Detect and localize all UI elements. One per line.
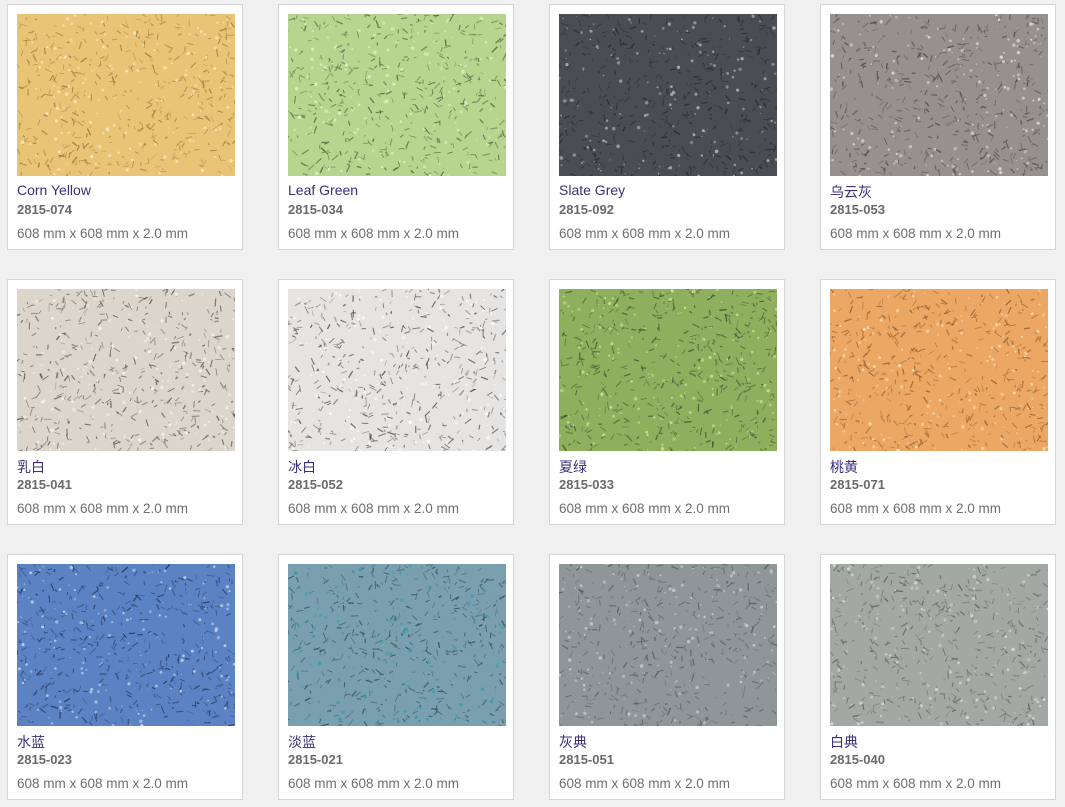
product-name-link[interactable]: Corn Yellow [17, 182, 91, 198]
product-name-link[interactable]: 桃黄 [830, 457, 858, 477]
product-name-link[interactable]: 乳白 [17, 457, 45, 477]
product-dimensions: 608 mm x 608 mm x 2.0 mm [830, 501, 1002, 516]
product-swatch-image[interactable] [556, 12, 780, 182]
product-dimensions: 608 mm x 608 mm x 2.0 mm [830, 226, 1002, 241]
product-name-link[interactable]: 灰典 [559, 732, 587, 752]
product-card: 夏绿 2815-033 608 mm x 608 mm x 2.0 mm [549, 279, 785, 525]
product-card: Slate Grey 2815-092 608 mm x 608 mm x 2.0 … [549, 4, 785, 250]
product-card: 乳白 2815-041 608 mm x 608 mm x 2.0 mm [7, 279, 243, 525]
product-dimensions: 608 mm x 608 mm x 2.0 mm [288, 501, 460, 516]
product-code: 2815-034 [288, 202, 343, 217]
product-dimensions: 608 mm x 608 mm x 2.0 mm [17, 501, 189, 516]
product-swatch-image[interactable] [829, 560, 1054, 732]
product-dimensions: 608 mm x 608 mm x 2.0 mm [288, 226, 460, 241]
product-code: 2815-052 [288, 477, 343, 492]
product-card: 淡蓝 2815-021 608 mm x 608 mm x 2.0 mm [278, 554, 514, 800]
product-code: 2815-021 [288, 752, 343, 767]
product-card: 乌云灰 2815-053 608 mm x 608 mm x 2.0 mm [820, 4, 1056, 250]
product-swatch-image[interactable] [12, 561, 241, 734]
product-swatch-image[interactable] [825, 12, 1053, 178]
product-name-link[interactable]: 冰白 [288, 457, 316, 477]
product-code: 2815-074 [17, 202, 72, 217]
product-dimensions: 608 mm x 608 mm x 2.0 mm [559, 226, 731, 241]
product-code: 2815-023 [17, 752, 72, 767]
product-swatch-image[interactable] [12, 286, 240, 454]
product-swatch-image[interactable] [284, 560, 513, 730]
product-swatch-image[interactable] [284, 13, 510, 178]
product-dimensions: 608 mm x 608 mm x 2.0 mm [830, 776, 1002, 791]
product-name-link[interactable]: Slate Grey [559, 182, 625, 198]
product-code: 2815-033 [559, 477, 614, 492]
product-code: 2815-071 [830, 477, 885, 492]
product-swatch-image[interactable] [16, 8, 237, 179]
product-name-link[interactable]: 夏绿 [559, 457, 587, 477]
product-code: 2815-053 [830, 202, 885, 217]
product-card: 灰典 2815-051 608 mm x 608 mm x 2.0 mm [549, 554, 785, 800]
product-code: 2815-051 [559, 752, 614, 767]
product-name-link[interactable]: Leaf Green [288, 182, 358, 198]
product-grid: Corn Yellow 2815-074 608 mm x 608 mm x 2.0… [0, 0, 1065, 807]
product-swatch-image[interactable] [284, 284, 512, 454]
product-dimensions: 608 mm x 608 mm x 2.0 mm [288, 776, 460, 791]
product-card: Corn Yellow 2815-074 608 mm x 608 mm x 2.0… [7, 4, 243, 250]
product-card: 桃黄 2815-071 608 mm x 608 mm x 2.0 mm [820, 279, 1056, 525]
product-card: 冰白 2815-052 608 mm x 608 mm x 2.0 mm [278, 279, 514, 525]
product-swatch-image[interactable] [554, 286, 780, 455]
product-swatch-image[interactable] [553, 560, 783, 732]
product-code: 2815-040 [830, 752, 885, 767]
product-name-link[interactable]: 淡蓝 [288, 732, 316, 752]
product-name-link[interactable]: 乌云灰 [830, 182, 872, 202]
product-dimensions: 608 mm x 608 mm x 2.0 mm [559, 776, 731, 791]
product-dimensions: 608 mm x 608 mm x 2.0 mm [17, 776, 189, 791]
product-dimensions: 608 mm x 608 mm x 2.0 mm [17, 226, 189, 241]
product-dimensions: 608 mm x 608 mm x 2.0 mm [559, 501, 731, 516]
product-code: 2815-041 [17, 477, 72, 492]
product-name-link[interactable]: 水蓝 [17, 732, 45, 752]
product-code: 2815-092 [559, 202, 614, 217]
product-card: 白典 2815-040 608 mm x 608 mm x 2.0 mm [820, 554, 1056, 800]
product-card: Leaf Green 2815-034 608 mm x 608 mm x 2.0 … [278, 4, 514, 250]
product-name-link[interactable]: 白典 [830, 732, 858, 752]
product-card: 水蓝 2815-023 608 mm x 608 mm x 2.0 mm [7, 554, 243, 800]
product-swatch-image[interactable] [825, 288, 1052, 454]
